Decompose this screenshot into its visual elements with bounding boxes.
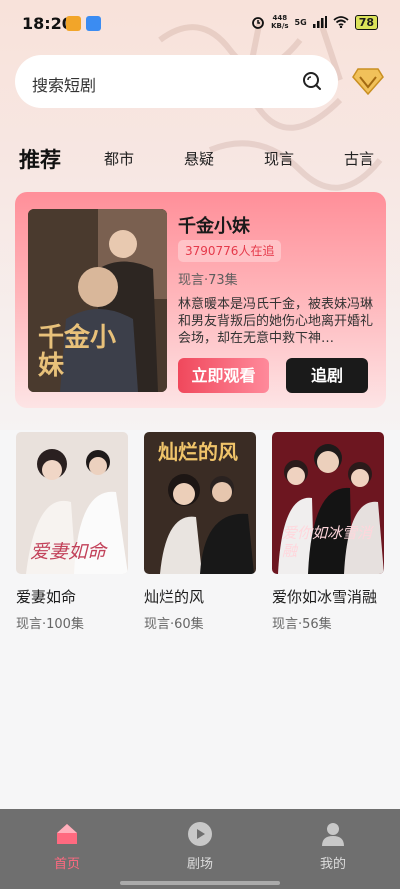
tab-suspense[interactable]: 悬疑 (184, 148, 214, 169)
net-speed: 448 KB/s (271, 14, 289, 30)
app-notification-icon (86, 16, 101, 31)
poster-title-art: 千金小妹 (38, 323, 117, 381)
poster-title-art: 灿烂的风 (158, 440, 238, 464)
featured-poster[interactable]: 千金小妹 (28, 209, 167, 392)
tab-recommend[interactable]: 推荐 (19, 144, 61, 174)
search-input[interactable]: 搜索短剧 (15, 55, 338, 108)
nav-theater[interactable]: 剧场 (160, 821, 240, 872)
tab-urban[interactable]: 都市 (104, 148, 134, 169)
search-icon[interactable] (302, 71, 322, 91)
watch-now-button[interactable]: 立即观看 (178, 358, 269, 393)
home-indicator[interactable] (120, 881, 280, 885)
nav-home-label: 首页 (53, 857, 80, 872)
featured-title[interactable]: 千金小妹 (178, 212, 250, 238)
wifi-icon (333, 16, 349, 28)
network-type: 5G (294, 17, 307, 27)
home-icon (57, 824, 77, 844)
nav-home[interactable]: 首页 (27, 821, 107, 872)
search-placeholder: 搜索短剧 (32, 76, 97, 95)
drama-poster[interactable]: 爱妻如命 (16, 432, 128, 574)
featured-description: 林意暖本是冯氏千金，被表妹冯琳和男友背叛后的她伤心地离开婚礼会场，却在无意中救下… (178, 297, 373, 346)
drama-meta: 现言·60集 (144, 617, 204, 632)
tab-ancient-romance[interactable]: 古言 (344, 148, 374, 169)
viewers-badge: 3790776人在追 (178, 240, 282, 262)
drama-title[interactable]: 爱妻如命 (16, 586, 128, 607)
play-icon (188, 822, 212, 846)
poster-title-art: 爱你如冰雪消融 (282, 524, 373, 560)
signal-icon (312, 16, 327, 28)
category-tabs: 推荐 都市 悬疑 现言 古言 (0, 140, 400, 180)
drama-meta: 现言·56集 (272, 617, 332, 632)
featured-meta: 现言·73集 (178, 273, 238, 288)
app-notification-icon (66, 16, 81, 31)
alarm-icon (252, 17, 264, 29)
nav-profile-label: 我的 (319, 857, 346, 872)
drama-card[interactable]: 爱你如冰雪消融 爱你如冰雪消融 现言·56集 (272, 432, 384, 632)
battery-indicator: 78 (354, 14, 378, 30)
featured-card[interactable]: 千金小妹 千金小妹 3790776人在追 现言·73集 林意暖本是冯氏千金，被表… (15, 192, 386, 408)
drama-title[interactable]: 灿烂的风 (144, 586, 256, 607)
drama-title[interactable]: 爱你如冰雪消融 (272, 586, 384, 607)
drama-meta: 现言·100集 (16, 617, 84, 632)
vip-diamond-icon[interactable] (352, 67, 384, 95)
follow-button[interactable]: 追剧 (286, 358, 368, 393)
profile-icon (322, 823, 344, 846)
tab-modern-romance[interactable]: 现言 (264, 148, 294, 169)
bottom-navigation: 首页 剧场 我的 (0, 809, 400, 889)
nav-profile[interactable]: 我的 (293, 821, 373, 872)
status-indicators: 448 KB/s 5G 78 (251, 14, 378, 30)
drama-poster[interactable]: 灿烂的风 (144, 432, 256, 574)
drama-poster[interactable]: 爱你如冰雪消融 (272, 432, 384, 574)
nav-theater-label: 剧场 (186, 857, 213, 872)
drama-card[interactable]: 爱妻如命 爱妻如命 现言·100集 (16, 432, 128, 632)
drama-card[interactable]: 灿烂的风 灿烂的风 现言·60集 (144, 432, 256, 632)
poster-title-art: 爱妻如命 (30, 541, 107, 563)
status-bar: 18:20 448 KB/s 5G 78 (0, 0, 400, 48)
